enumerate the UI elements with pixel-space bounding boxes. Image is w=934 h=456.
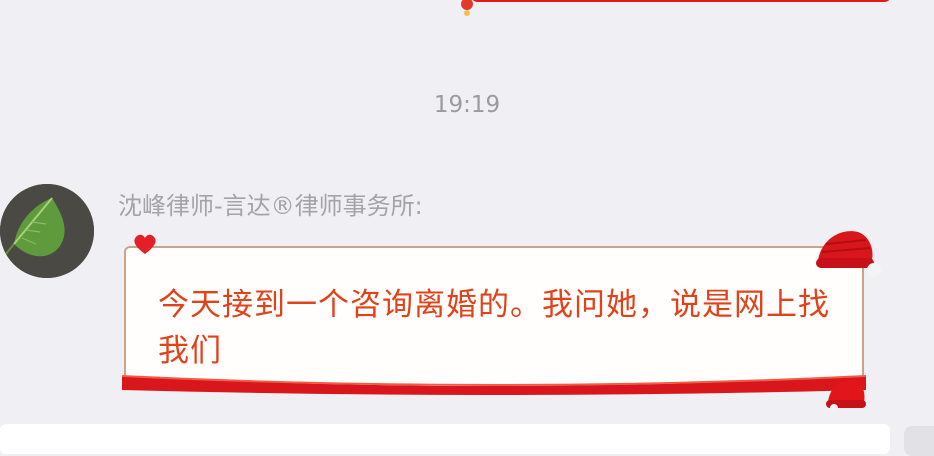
heart-icon <box>134 234 156 254</box>
message-text: 今天接到一个咨询离婚的。我问她，说是网上找我们 <box>158 287 830 369</box>
message-timestamp: 19:19 <box>433 92 501 118</box>
sender-name: 沈峰律师-言达®律师事务所: <box>118 192 423 220</box>
santa-hat-icon <box>816 231 881 277</box>
message-bubble[interactable]: 今天接到一个咨询离婚的。我问她，说是网上找我们 <box>121 246 867 395</box>
bubble-decoration-icon <box>461 0 473 16</box>
previous-message-bubble <box>470 0 892 2</box>
leaf-icon <box>0 184 94 278</box>
santa-hat-icon <box>826 379 866 412</box>
avatar[interactable] <box>0 184 94 278</box>
emoji-button[interactable] <box>904 426 934 456</box>
